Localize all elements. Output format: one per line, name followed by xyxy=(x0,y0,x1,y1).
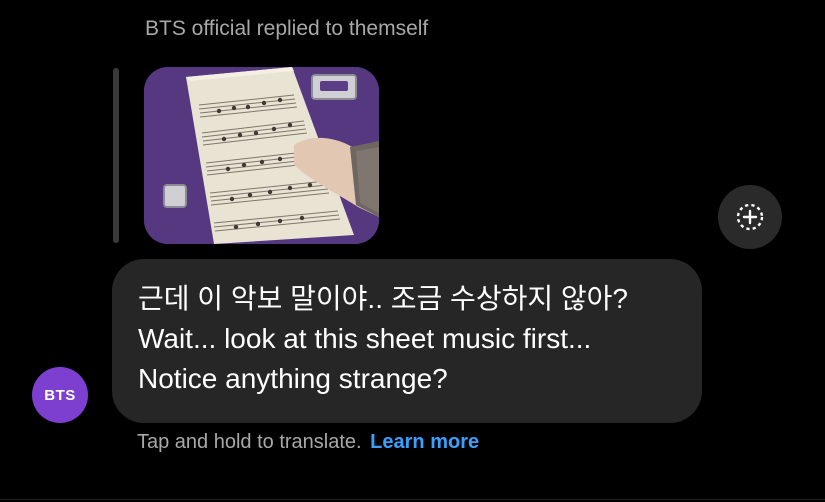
sheet-music-photo xyxy=(144,67,379,244)
message-bubble[interactable]: 근데 이 악보 말이야.. 조금 수상하지 않아? Wait... look a… xyxy=(112,259,702,423)
message-line-english-2: Notice anything strange? xyxy=(138,363,448,394)
reply-indicator-bar xyxy=(113,68,119,243)
add-reaction-button[interactable] xyxy=(718,185,782,249)
avatar[interactable]: BTS xyxy=(32,367,88,423)
translate-hint-text: Tap and hold to translate. xyxy=(137,431,362,453)
message-line-english-1: Wait... look at this sheet music first..… xyxy=(138,323,592,354)
divider xyxy=(0,499,825,500)
translate-hint: Tap and hold to translate. Learn more xyxy=(137,431,479,454)
avatar-label: BTS xyxy=(44,386,76,404)
learn-more-link[interactable]: Learn more xyxy=(370,431,479,453)
shared-photo[interactable] xyxy=(144,67,379,244)
message-line-korean: 근데 이 악보 말이야.. 조금 수상하지 않아? xyxy=(138,283,628,314)
reply-context-label: BTS official replied to themself xyxy=(145,17,429,40)
add-reaction-icon xyxy=(736,203,764,231)
